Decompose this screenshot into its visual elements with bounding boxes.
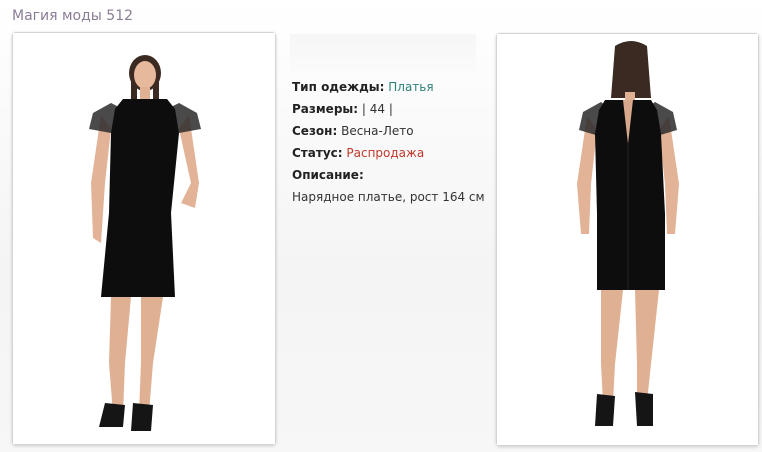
front-photo-frame[interactable] bbox=[12, 32, 276, 445]
type-link[interactable]: Платья bbox=[388, 80, 433, 94]
description-label: Описание: bbox=[292, 168, 364, 182]
row-status: Статус: Распродажа bbox=[292, 142, 485, 164]
product-info: Тип одежды: Платья Размеры: | 44 | Сезон… bbox=[292, 76, 485, 208]
season-value: Весна-Лето bbox=[341, 124, 414, 138]
description-value: Нарядное платье, рост 164 см bbox=[292, 190, 485, 204]
row-description: Нарядное платье, рост 164 см bbox=[292, 186, 485, 208]
header-fade bbox=[290, 34, 476, 72]
status-value: Распродажа bbox=[346, 146, 425, 160]
back-photo-frame[interactable] bbox=[496, 33, 759, 446]
row-type: Тип одежды: Платья bbox=[292, 76, 485, 98]
status-label: Статус: bbox=[292, 146, 343, 160]
sizes-label: Размеры: bbox=[292, 102, 359, 116]
page-title: Магия моды 512 bbox=[12, 8, 134, 24]
type-label: Тип одежды: bbox=[292, 80, 385, 94]
row-sizes: Размеры: | 44 | bbox=[292, 98, 485, 120]
model-back-view-image bbox=[497, 34, 758, 445]
sizes-value: | 44 | bbox=[361, 102, 393, 116]
row-description-label: Описание: bbox=[292, 164, 485, 186]
model-front-view-image bbox=[13, 33, 275, 444]
row-season: Сезон: Весна-Лето bbox=[292, 120, 485, 142]
season-label: Сезон: bbox=[292, 124, 338, 138]
